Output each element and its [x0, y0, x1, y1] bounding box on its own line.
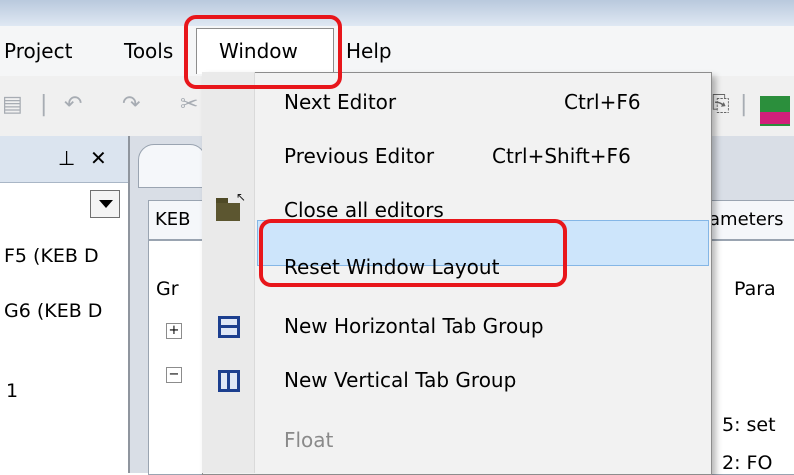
- menu-item-new-horizontal-tab-group[interactable]: New Horizontal Tab Group: [284, 314, 544, 338]
- tab-parameters[interactable]: ameters: [706, 200, 794, 240]
- chevron-down-icon: [99, 200, 113, 208]
- param-row[interactable]: 5: set: [722, 414, 776, 436]
- close-icon[interactable]: ✕: [90, 146, 107, 170]
- folder-body: [216, 203, 240, 221]
- vertical-split-icon: [218, 370, 240, 392]
- vertical-split-line: [227, 373, 230, 389]
- left-list-item[interactable]: 1: [6, 380, 18, 402]
- editor-tab[interactable]: [138, 144, 206, 188]
- menu-item-float[interactable]: Float: [284, 428, 333, 452]
- menu-item-new-vertical-tab-group[interactable]: New Vertical Tab Group: [284, 368, 516, 392]
- toolbar-icon-right[interactable]: ⎘: [712, 92, 730, 117]
- toolbar-separator: |: [40, 92, 48, 117]
- menu-project[interactable]: Project: [4, 39, 72, 63]
- undo-icon[interactable]: ↶: [64, 92, 82, 117]
- editor-content-right: [706, 240, 794, 475]
- redo-icon[interactable]: ↷: [122, 92, 140, 117]
- left-list-item[interactable]: G6 (KEB D: [4, 300, 102, 322]
- pin-icon[interactable]: ⊥: [58, 146, 75, 170]
- shortcut-previous-editor: Ctrl+Shift+F6: [492, 144, 631, 168]
- tab-keb[interactable]: KEB: [148, 200, 208, 240]
- menu-tools[interactable]: Tools: [124, 39, 173, 63]
- folder-close-icon: ↖: [216, 190, 246, 222]
- tab-keb-label: KEB: [155, 209, 191, 230]
- menu-item-next-editor[interactable]: Next Editor: [284, 90, 396, 114]
- keb-device-icon[interactable]: [760, 96, 790, 126]
- document-icon[interactable]: ▤: [2, 92, 23, 117]
- menu-bar: [0, 26, 794, 76]
- panel-dropdown-button[interactable]: [90, 190, 120, 218]
- expand-node-icon[interactable]: +: [166, 323, 182, 339]
- toolbar-separator-right: |: [740, 92, 748, 117]
- column-header-group[interactable]: Gr: [156, 278, 179, 300]
- title-bar: [0, 0, 794, 26]
- shortcut-next-editor: Ctrl+F6: [564, 90, 641, 114]
- collapse-node-icon[interactable]: −: [166, 367, 182, 383]
- horizontal-split-line: [221, 325, 237, 328]
- horizontal-split-icon: [218, 316, 240, 338]
- menu-item-previous-editor[interactable]: Previous Editor: [284, 144, 434, 168]
- left-list-item[interactable]: F5 (KEB D: [4, 245, 99, 267]
- param-row[interactable]: 2: FO: [722, 452, 772, 474]
- menu-help[interactable]: Help: [346, 39, 392, 63]
- column-header-param[interactable]: Para: [734, 278, 776, 300]
- tab-parameters-label: ameters: [709, 209, 784, 230]
- annotation-highlight-reset-layout: [259, 219, 567, 287]
- cut-icon[interactable]: ✂: [180, 92, 198, 117]
- window-menu-icon-column: [202, 72, 255, 473]
- folder-arrow: ↖: [236, 190, 247, 204]
- keb-device-icon-label: [760, 112, 790, 124]
- editor-content: [148, 240, 210, 475]
- annotation-highlight-window-menu: [184, 15, 342, 89]
